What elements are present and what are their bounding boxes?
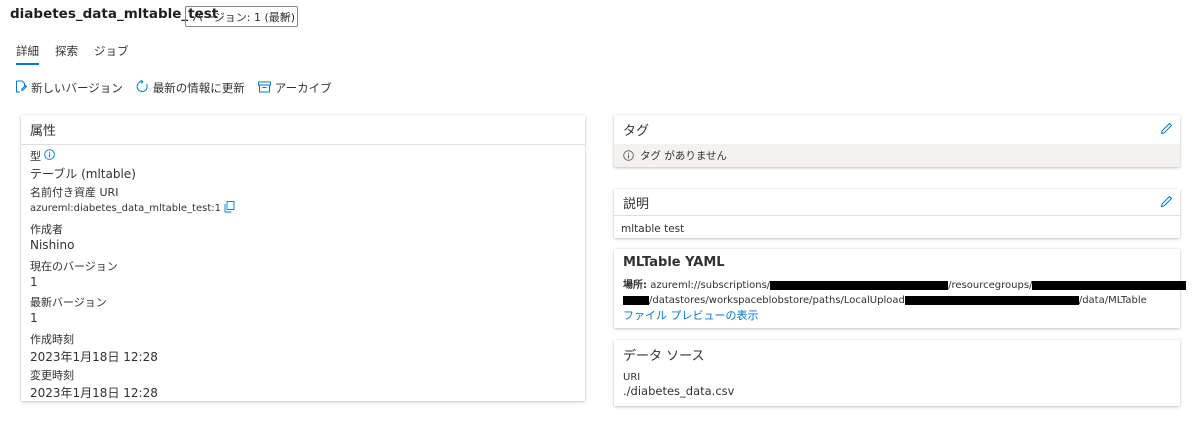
type-label: 型 [30,150,41,163]
file-preview-link[interactable]: ファイル プレビューの表示 [623,308,1171,323]
edit-description-icon[interactable] [1160,195,1173,212]
refresh-icon [136,80,153,96]
uri-label: 名前付き資産 URI [30,186,119,199]
tab-details[interactable]: 詳細 [16,43,39,65]
created-value: 2023年1月18日 12:28 [30,350,158,364]
redacted-upload-id [904,295,1079,305]
uri-value: azureml:diabetes_data_mltable_test:1 [30,203,221,214]
latest-version-field: 最新バージョン 1 [30,294,107,325]
mltable-yaml-card: MLTable YAML 場所: azureml://subscriptions… [614,249,1187,328]
datasource-card: データ ソース URI ./diabetes_data.csv [614,340,1180,406]
edit-tags-icon[interactable] [1160,122,1173,139]
refresh-label: 最新の情報に更新 [152,81,245,95]
tags-empty-text: タグ がありません [640,150,728,162]
created-label: 作成時刻 [30,333,74,346]
redacted-subscription [770,280,949,290]
version-dropdown[interactable]: バージョン: 1 (最新) [185,6,298,27]
tags-empty-notice: タグ がありません [614,144,1180,167]
location-part-resourcegroups: /resourcegroups/ [948,280,1033,291]
redacted-workspace [623,295,649,305]
location-part-datastores: /datastores/workspaceblobstore/paths/Loc… [649,295,905,306]
info-icon [623,150,634,161]
location-label: 場所: [623,280,647,291]
chevron-down-icon [280,10,292,25]
tags-title: タグ [623,124,650,139]
description-text: mltable test [621,223,685,235]
datasource-uri-value: ./diabetes_data.csv [623,384,735,398]
tab-explore[interactable]: 探索 [55,43,78,65]
properties-title: 属性 [21,115,585,145]
datasource-uri-label: URI [623,372,641,383]
latest-version-value: 1 [30,311,38,325]
archive-icon [257,81,275,96]
new-version-button[interactable]: 新しいバージョン [15,80,123,96]
mltable-location: 場所: azureml://subscriptions/ /resourcegro… [614,276,1187,325]
new-version-label: 新しいバージョン [31,81,123,95]
archive-label: アーカイブ [274,81,332,95]
type-value: テーブル (mltable) [30,167,136,181]
copy-icon[interactable] [224,201,235,216]
info-icon[interactable] [44,149,55,163]
mltable-title: MLTable YAML [623,255,725,270]
current-version-field: 現在のバージョン 1 [30,258,118,289]
uri-field: 名前付き資産 URI azureml:diabetes_data_mltable… [30,184,235,216]
location-part-data: /data/MLTable [1078,295,1147,306]
redacted-resourcegroup [1032,280,1187,290]
tab-bar: 詳細 探索 ジョブ [16,43,145,65]
refresh-button[interactable]: 最新の情報に更新 [136,80,245,96]
description-title: 説明 [623,196,650,212]
modified-label: 変更時刻 [30,369,74,382]
description-card: 説明 mltable test [614,189,1180,238]
author-value: Nishino [30,238,75,252]
current-version-label: 現在のバージョン [30,260,118,273]
properties-card: 属性 型 テーブル (mltable) 名前付き資産 URI azureml:d… [21,115,585,401]
modified-value: 2023年1月18日 12:28 [30,386,158,400]
archive-button[interactable]: アーカイブ [257,80,332,96]
author-label: 作成者 [30,223,63,236]
author-field: 作成者 Nishino [30,221,74,252]
created-field: 作成時刻 2023年1月18日 12:28 [30,331,158,365]
tab-jobs[interactable]: ジョブ [94,43,129,65]
current-version-value: 1 [30,275,38,289]
type-field: 型 テーブル (mltable) [30,148,136,182]
modified-field: 変更時刻 2023年1月18日 12:28 [30,367,158,401]
tags-card: タグ タグ がありません [614,115,1180,167]
latest-version-label: 最新バージョン [30,296,107,309]
location-part-subscriptions: azureml://subscriptions/ [650,280,771,291]
toolbar: 新しいバージョン 最新の情報に更新 アーカイブ [15,80,345,96]
new-document-icon [15,80,31,96]
datasource-title: データ ソース [623,348,705,364]
